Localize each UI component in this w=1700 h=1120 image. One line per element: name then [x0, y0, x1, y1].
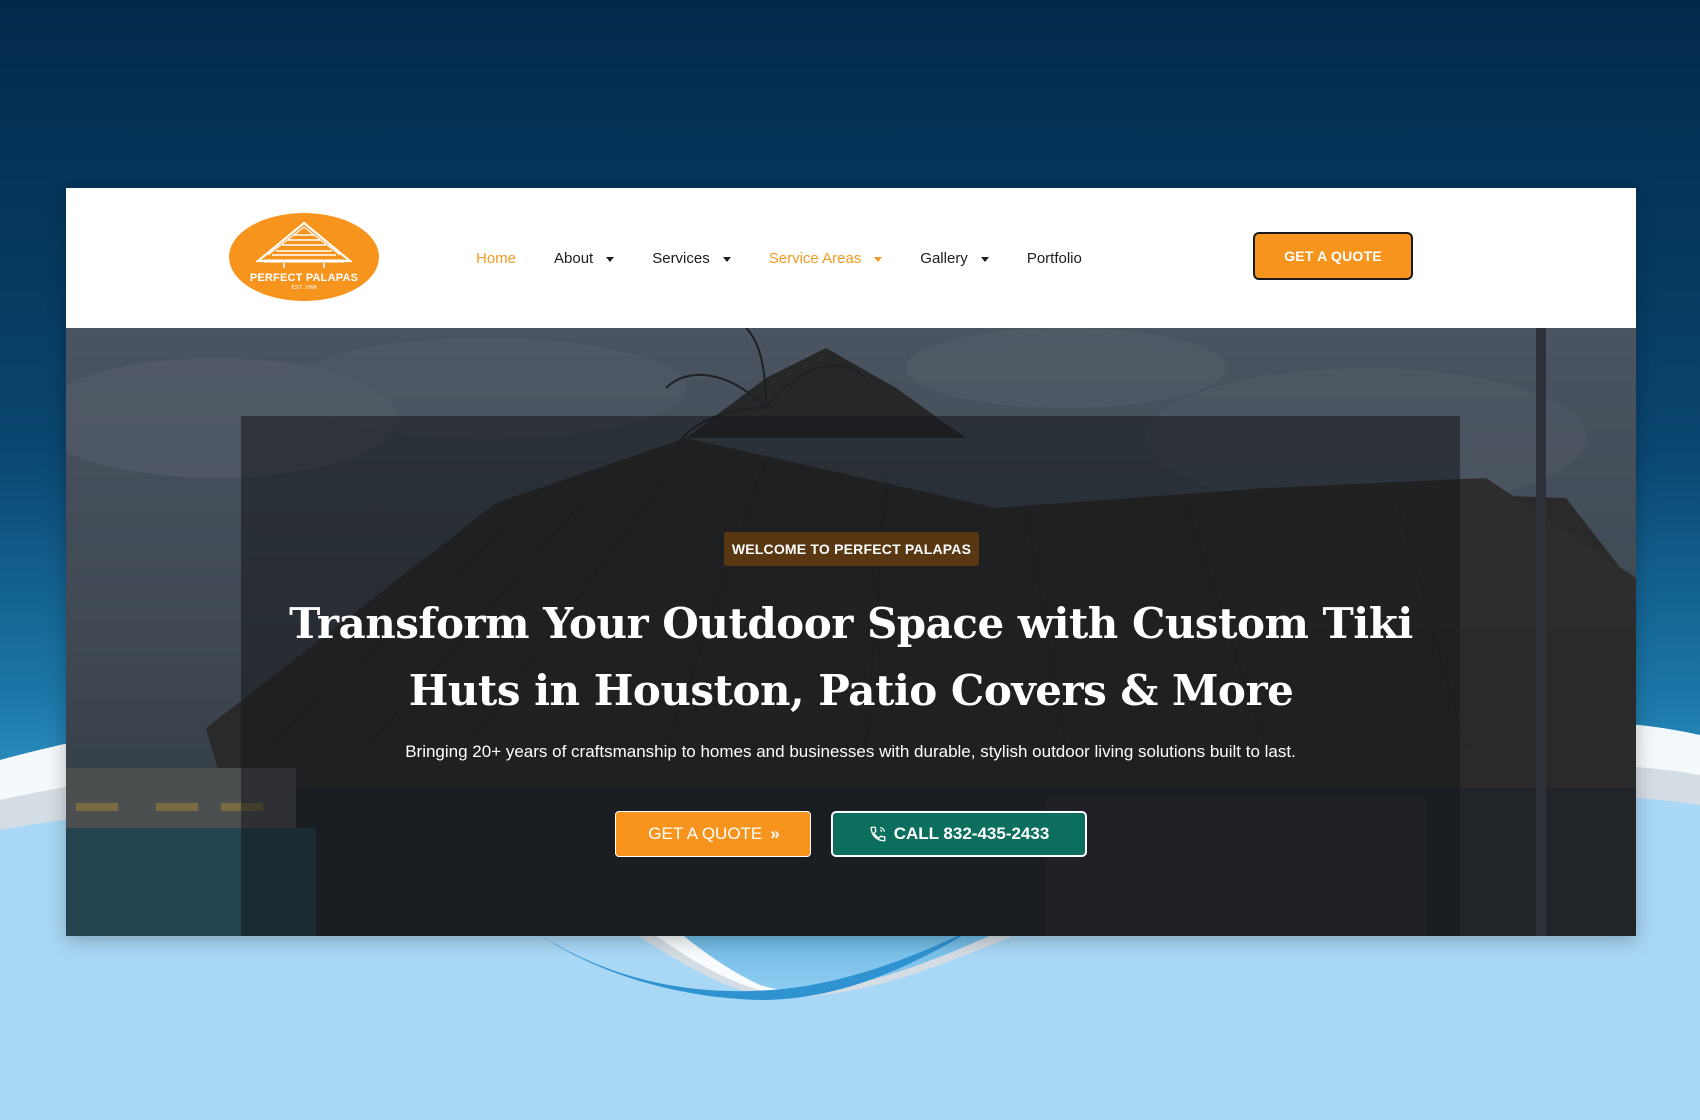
nav-item-gallery[interactable]: Gallery: [920, 250, 989, 267]
nav-item-label: Gallery: [920, 249, 968, 267]
nav-item-label: Home: [476, 249, 517, 267]
hero-get-quote-label: GET A QUOTE: [648, 824, 763, 843]
hero-section: WELCOME TO PERFECT PALAPAS Transform You…: [66, 328, 1636, 936]
hero-title-line-1: Transform Your Outdoor Space with Custom…: [289, 599, 1413, 648]
caret-down-icon: [980, 256, 989, 262]
hero-title: Transform Your Outdoor Space with Custom…: [286, 590, 1416, 724]
website-frame: PERFECT PALAPAS EST. 1998 Home About Ser…: [66, 188, 1636, 936]
welcome-badge: WELCOME TO PERFECT PALAPAS: [724, 532, 979, 566]
nav-item-label: About: [554, 249, 594, 267]
hero-subtitle: Bringing 20+ years of craftsmanship to h…: [405, 742, 1296, 761]
header-get-quote-button[interactable]: GET A QUOTE: [1253, 232, 1413, 280]
logo-established: EST. 1998: [291, 285, 317, 291]
nav-item-portfolio[interactable]: Portfolio: [1027, 250, 1082, 267]
caret-down-icon: [722, 256, 731, 262]
phone-icon: [870, 826, 886, 842]
nav-item-service-areas[interactable]: Service Areas: [769, 250, 883, 267]
hero-title-line-2: Huts in Houston, Patio Covers & More: [408, 666, 1294, 715]
double-chevron-right-icon: »: [770, 824, 780, 843]
hero-get-quote-button[interactable]: GET A QUOTE »: [615, 811, 811, 857]
nav-item-services[interactable]: Services: [652, 250, 731, 267]
logo-brand-name: PERFECT PALAPAS: [249, 272, 359, 284]
nav-item-label: Service Areas: [768, 249, 862, 267]
site-header: PERFECT PALAPAS EST. 1998 Home About Ser…: [66, 188, 1636, 329]
palapa-roof-icon: [254, 221, 354, 268]
caret-down-icon: [874, 256, 883, 262]
nav-item-label: Portfolio: [1026, 249, 1082, 267]
main-nav: Home About Services Service Areas Galler…: [476, 188, 1120, 328]
nav-item-home[interactable]: Home: [476, 250, 516, 267]
hero-call-button[interactable]: CALL 832-435-2433: [831, 811, 1087, 857]
hero-call-label: CALL 832-435-2433: [893, 824, 1050, 843]
nav-item-about[interactable]: About: [554, 249, 615, 267]
nav-item-label: Services: [652, 249, 710, 267]
caret-down-icon: [606, 256, 615, 262]
site-logo[interactable]: PERFECT PALAPAS EST. 1998: [229, 213, 379, 301]
